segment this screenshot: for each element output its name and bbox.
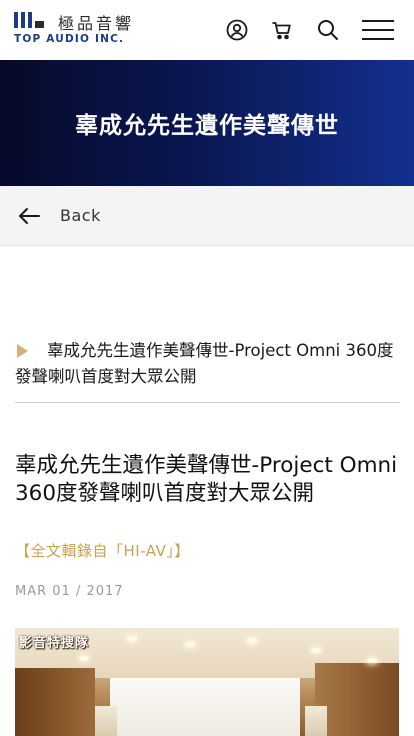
article-source: 【全文輯錄自「HI-AV」】 [15,542,190,560]
logo-chinese-name: 極品音響 [58,14,135,33]
banner-title: 辜成允先生遺作美聲傳世 [75,113,339,139]
back-button[interactable]: Back [0,186,414,246]
triangle-bullet-icon [17,344,28,358]
article-title: 辜成允先生遺作美聲傳世-Project Omni 360度發聲喇叭首度對大眾公開 [15,453,398,506]
user-icon[interactable] [225,18,249,42]
article-photo: 影音特搜隊 [15,628,399,736]
arrow-left-icon [18,207,40,225]
logo-mark-icon [14,12,54,30]
photo-watermark-tag: 影音特搜隊 [19,636,90,651]
article-breadcrumb: 辜成允先生遺作美聲傳世-Project Omni 360度發聲喇叭首度對大眾公開 [15,338,400,403]
site-header: 極品音響 TOP AUDIO INC. [0,0,414,60]
article-date: MAR 01 / 2017 [15,584,124,599]
search-icon[interactable] [316,18,340,42]
breadcrumb-text: 辜成允先生遺作美聲傳世-Project Omni 360度發聲喇叭首度對大眾公開 [15,341,394,386]
site-logo[interactable]: 極品音響 TOP AUDIO INC. [14,10,139,50]
hamburger-menu-icon[interactable] [362,17,394,43]
page-banner: 辜成允先生遺作美聲傳世 [0,60,414,186]
cart-icon[interactable] [270,18,294,42]
back-label: Back [60,206,101,225]
logo-english-name: TOP AUDIO INC. [14,33,125,45]
